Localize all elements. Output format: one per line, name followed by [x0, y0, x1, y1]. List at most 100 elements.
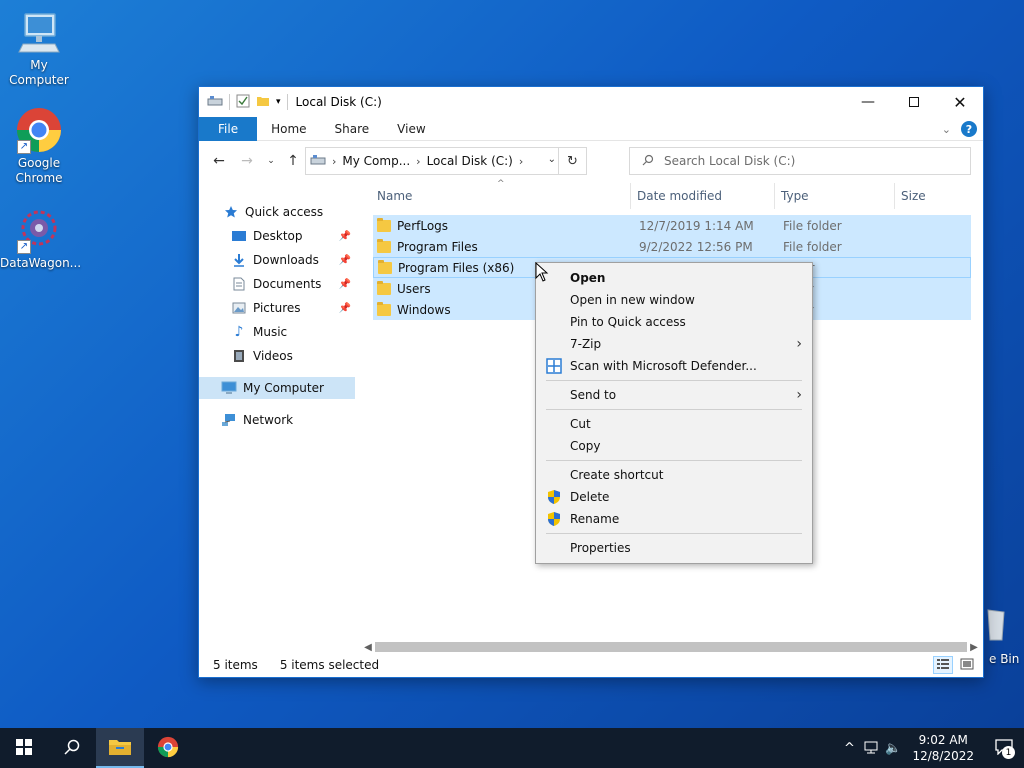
taskbar-chrome[interactable] [144, 728, 192, 768]
recycle-bin-icon[interactable]: e Bin [986, 608, 1024, 668]
large-icons-view-button[interactable] [957, 656, 977, 674]
close-button[interactable]: ✕ [937, 87, 983, 117]
refresh-button[interactable]: ↻ [558, 148, 586, 174]
menu-item-open[interactable]: Open [536, 267, 812, 289]
back-button[interactable]: ← [209, 151, 229, 171]
network-icon[interactable] [860, 741, 882, 755]
windows-logo-icon [16, 738, 32, 758]
column-header-name[interactable]: Name ^ [371, 179, 631, 209]
breadcrumb-local-disk[interactable]: Local Disk (C:) [427, 154, 513, 168]
search-box[interactable] [629, 147, 971, 175]
menu-item-label: Create shortcut [570, 468, 664, 482]
nav-item-label: Quick access [245, 205, 324, 219]
nav-item-label: Documents [253, 277, 322, 291]
document-icon [231, 276, 247, 292]
tab-view[interactable]: View [383, 117, 439, 141]
tab-share[interactable]: Share [321, 117, 384, 141]
menu-item-label: Properties [570, 541, 631, 555]
refresh-icon: ↻ [567, 153, 578, 169]
back-arrow-icon: ← [213, 153, 225, 169]
table-row[interactable]: Program Files 9/2/2022 12:56 PM File fol… [373, 236, 971, 257]
nav-item-my-computer[interactable]: My Computer [199, 377, 355, 399]
help-icon[interactable]: ? [961, 121, 977, 137]
details-view-button[interactable] [933, 656, 953, 674]
breadcrumb-separator-icon[interactable]: › [519, 155, 523, 168]
menu-item-7zip[interactable]: 7-Zip › [536, 333, 812, 355]
nav-item-quick-access[interactable]: Quick access [223, 201, 379, 223]
nav-item-label: Pictures [253, 301, 301, 315]
video-icon [231, 348, 247, 364]
menu-item-cut[interactable]: Cut [536, 413, 812, 435]
nav-item-label: My Computer [243, 381, 324, 395]
desktop-icon-my-computer[interactable]: My Computer [0, 8, 78, 88]
menu-item-label: Open in new window [570, 293, 695, 307]
nav-item-label: Desktop [253, 229, 303, 243]
chevron-down-icon[interactable]: ▾ [276, 97, 281, 107]
search-input[interactable] [664, 154, 964, 168]
defender-icon [546, 358, 562, 374]
menu-item-properties[interactable]: Properties [536, 537, 812, 559]
nav-item-music[interactable]: ♪ Music [231, 321, 355, 343]
up-button[interactable]: ↑ [283, 151, 303, 171]
column-header-date[interactable]: Date modified [631, 183, 775, 209]
menu-item-copy[interactable]: Copy [536, 435, 812, 457]
menu-item-create-shortcut[interactable]: Create shortcut [536, 464, 812, 486]
menu-separator [546, 533, 802, 534]
recent-locations-button[interactable]: ⌄ [261, 151, 281, 171]
nav-item-documents[interactable]: Documents 📌 [231, 273, 355, 295]
breadcrumb-my-computer[interactable]: My Comp... [342, 154, 410, 168]
desktop-icon-label: DataWagon... [0, 256, 82, 270]
table-row[interactable]: PerfLogs 12/7/2019 1:14 AM File folder [373, 215, 971, 236]
nav-item-videos[interactable]: Videos [231, 345, 355, 367]
properties-icon[interactable] [236, 94, 250, 111]
folder-icon [377, 280, 391, 295]
nav-item-downloads[interactable]: Downloads 📌 [231, 249, 355, 271]
breadcrumb-separator-icon[interactable]: › [416, 155, 420, 168]
menu-item-send-to[interactable]: Send to › [536, 384, 812, 406]
quick-access-toolbar: ▾ [199, 94, 288, 111]
taskbar-file-explorer[interactable] [96, 728, 144, 768]
nav-item-pictures[interactable]: Pictures 📌 [231, 297, 355, 319]
volume-icon[interactable]: 🔈 [882, 741, 904, 756]
taskbar-search-button[interactable] [48, 728, 96, 768]
maximize-button[interactable] [891, 87, 937, 117]
new-folder-icon[interactable] [256, 94, 270, 111]
window-title: Local Disk (C:) [295, 95, 382, 109]
column-header-size[interactable]: Size [895, 183, 973, 209]
menu-item-label: Open [570, 271, 606, 285]
start-button[interactable] [0, 728, 48, 768]
menu-item-rename[interactable]: Rename [536, 508, 812, 530]
tab-home[interactable]: Home [257, 117, 320, 141]
nav-item-network[interactable]: Network [221, 409, 377, 431]
menu-item-delete[interactable]: Delete [536, 486, 812, 508]
menu-item-label: Cut [570, 417, 591, 431]
menu-item-scan-defender[interactable]: Scan with Microsoft Defender... [536, 355, 812, 377]
menu-item-open-new-window[interactable]: Open in new window [536, 289, 812, 311]
search-icon [64, 739, 80, 758]
forward-button[interactable]: → [237, 151, 257, 171]
chevron-right-icon: › [796, 336, 802, 352]
pin-icon: 📌 [338, 302, 351, 314]
menu-item-label: Send to [570, 388, 617, 402]
clock-date: 12/8/2022 [912, 749, 974, 763]
notification-center-button[interactable]: 1 [984, 728, 1024, 768]
navigation-pane: Quick access Desktop 📌 Downloads 📌 Docum… [199, 187, 359, 627]
column-header-type[interactable]: Type [775, 183, 895, 209]
scrollbar-thumb[interactable] [375, 642, 967, 652]
clock[interactable]: 9:02 AM 12/8/2022 [912, 732, 974, 764]
address-dropdown-icon[interactable]: ⌄ [548, 154, 556, 165]
show-hidden-icons-chevron-up-icon[interactable]: ^ [838, 741, 860, 756]
tab-file[interactable]: File [199, 116, 258, 141]
computer-icon [15, 8, 63, 56]
desktop-icon-chrome[interactable]: ↗ Google Chrome [0, 106, 78, 186]
expand-ribbon-icon[interactable]: ⌄ [942, 123, 951, 136]
file-name: PerfLogs [397, 218, 449, 233]
minimize-button[interactable]: — [845, 87, 891, 117]
nav-item-desktop[interactable]: Desktop 📌 [231, 225, 355, 247]
shortcut-arrow-icon: ↗ [17, 240, 31, 254]
item-count: 5 items [213, 658, 258, 672]
menu-item-pin-quick-access[interactable]: Pin to Quick access [536, 311, 812, 333]
desktop-icon-datawagon[interactable]: ↗ DataWagon... [0, 206, 82, 271]
address-bar[interactable]: › My Comp... › Local Disk (C:) › ⌄ ↻ [305, 147, 587, 175]
title-bar[interactable]: ▾ Local Disk (C:) — ✕ [199, 87, 983, 117]
